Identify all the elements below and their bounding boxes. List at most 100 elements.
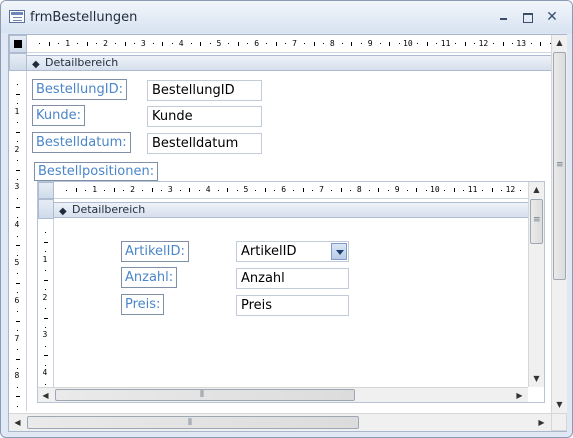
ruler-tick (200, 41, 202, 46)
ruler-tick (217, 189, 219, 191)
artikelid-combobox[interactable]: ArtikelID (236, 241, 349, 262)
ruler-number: 12 (505, 185, 516, 194)
scroll-down-icon[interactable]: ▼ (529, 371, 544, 386)
ruler-tick (227, 188, 229, 192)
ruler-number: 8 (14, 371, 20, 381)
subform-horizontal-scroll-thumb[interactable]: ⦀ (55, 389, 355, 401)
minimize-button[interactable] (497, 11, 511, 23)
bestelldatum-label[interactable]: Bestelldatum: (32, 132, 131, 153)
ruler-tick (453, 188, 455, 192)
form-selector[interactable] (9, 35, 27, 53)
chevron-down-icon[interactable] (331, 243, 347, 260)
ruler-number: 6 (14, 295, 20, 305)
preis-field[interactable]: Preis (236, 295, 349, 316)
main-vertical-scrollbar[interactable]: ▲ ≡ ▼ (551, 35, 567, 413)
ruler-tick (96, 43, 98, 44)
scroll-up-icon[interactable]: ▲ (529, 182, 544, 197)
vertical-ruler[interactable]: 1 2 3 4 5 6 7 8 (9, 71, 27, 411)
ruler-tick (15, 245, 20, 247)
ruler-number: 11 (440, 38, 451, 48)
main-horizontal-scrollbar[interactable]: ◀ ⦀ ▶ (9, 413, 551, 431)
ruler-tick (426, 41, 428, 46)
bestellungid-label[interactable]: BestellungID: (32, 79, 127, 100)
ruler-tick (302, 188, 304, 192)
ruler-tick (493, 43, 495, 44)
ruler-tick (17, 235, 18, 237)
ruler-tick (255, 189, 257, 191)
ruler-tick (228, 43, 230, 44)
ruler-tick (15, 169, 20, 171)
scroll-up-icon[interactable]: ▲ (552, 35, 567, 50)
ruler-number: 11 (467, 185, 478, 194)
ruler-tick (45, 270, 46, 272)
ruler-tick (45, 326, 46, 328)
subform-selector[interactable] (38, 182, 54, 199)
ruler-tick (39, 43, 41, 44)
anzahl-label[interactable]: Anzahl: (121, 267, 178, 288)
ruler-tick (124, 41, 126, 46)
ruler-number: 6 (281, 185, 287, 194)
ruler-tick (368, 189, 370, 191)
subform-section-selector[interactable] (38, 199, 54, 219)
close-button[interactable]: ✕ (545, 10, 559, 24)
scroll-down-icon[interactable]: ▼ (552, 397, 567, 412)
ruler-tick (171, 43, 173, 44)
ruler-tick (463, 189, 465, 191)
ruler-tick (45, 364, 46, 366)
section-selector[interactable] (9, 53, 27, 71)
ruler-tick (152, 43, 154, 44)
detail-section-header[interactable]: ◆ Detailbereich (27, 55, 551, 71)
bestelldatum-field[interactable]: Bestelldatum (147, 133, 262, 154)
subform-vertical-ruler[interactable]: 1 2 3 4 (38, 219, 54, 387)
title-bar[interactable]: frmBestellungen ✕ (1, 1, 572, 33)
ruler-tick (15, 207, 20, 209)
ruler-tick (17, 197, 18, 199)
ruler-tick (115, 43, 117, 44)
section-label: Detailbereich (45, 56, 119, 69)
bestellungid-field[interactable]: BestellungID (147, 80, 262, 101)
ruler-tick (75, 188, 77, 192)
subform-detail-section-header[interactable]: ◆ Detailbereich (54, 202, 528, 218)
maximize-button[interactable] (521, 11, 535, 23)
horizontal-ruler[interactable]: 1 2 3 4 5 6 7 8 9 10 11 12 13 (27, 35, 551, 53)
ruler-tick (17, 254, 18, 256)
scroll-right-icon[interactable]: ▶ (512, 388, 527, 403)
ruler-tick (349, 189, 351, 191)
ruler-tick (351, 41, 353, 46)
bestellpositionen-label[interactable]: Bestellpositionen: (34, 162, 159, 181)
ruler-number: 8 (356, 185, 362, 194)
subform-vertical-scrollbar[interactable]: ▲ ≡ ▼ (528, 182, 544, 387)
anzahl-field[interactable]: Anzahl (236, 268, 349, 289)
kunde-label[interactable]: Kunde: (32, 105, 85, 126)
ruler-tick (162, 41, 164, 46)
artikelid-label[interactable]: ArtikelID: (121, 241, 189, 262)
subform-horizontal-scrollbar[interactable]: ◀ ⦀ ▶ (38, 387, 528, 402)
collapse-arrow-icon: ◆ (59, 206, 67, 217)
ruler-tick (17, 84, 18, 86)
main-vertical-scroll-thumb[interactable]: ≡ (553, 52, 566, 280)
ruler-number: 3 (167, 185, 173, 194)
ruler-tick (151, 188, 153, 192)
kunde-field[interactable]: Kunde (147, 106, 262, 127)
ruler-tick (304, 43, 306, 44)
scroll-left-icon[interactable]: ◀ (10, 415, 25, 430)
subform-horizontal-ruler[interactable]: 1 2 3 4 5 6 7 8 9 10 11 12 (54, 182, 528, 199)
ruler-tick (540, 41, 542, 46)
scroll-left-icon[interactable]: ◀ (38, 388, 53, 403)
ruler-number: 2 (103, 38, 108, 48)
preis-label[interactable]: Preis: (121, 294, 165, 315)
ruler-tick (48, 41, 50, 46)
ruler-number: 5 (243, 185, 249, 194)
ruler-tick (45, 251, 46, 253)
bestellpositionen-subform[interactable]: 1 2 3 4 5 6 7 8 9 10 11 12 ◆ Detailbereich 1234 Art… (37, 181, 545, 403)
ruler-tick (520, 189, 522, 191)
ruler-tick (322, 43, 324, 44)
ruler-tick (17, 160, 18, 162)
scroll-right-icon[interactable]: ▶ (534, 415, 549, 430)
main-horizontal-scroll-thumb[interactable]: ⦀ (27, 416, 359, 429)
ruler-tick (104, 189, 106, 191)
ruler-number: 12 (478, 38, 489, 48)
ruler-tick (455, 43, 457, 44)
ruler-tick (17, 349, 18, 351)
subform-vertical-scroll-thumb[interactable]: ≡ (530, 199, 543, 244)
